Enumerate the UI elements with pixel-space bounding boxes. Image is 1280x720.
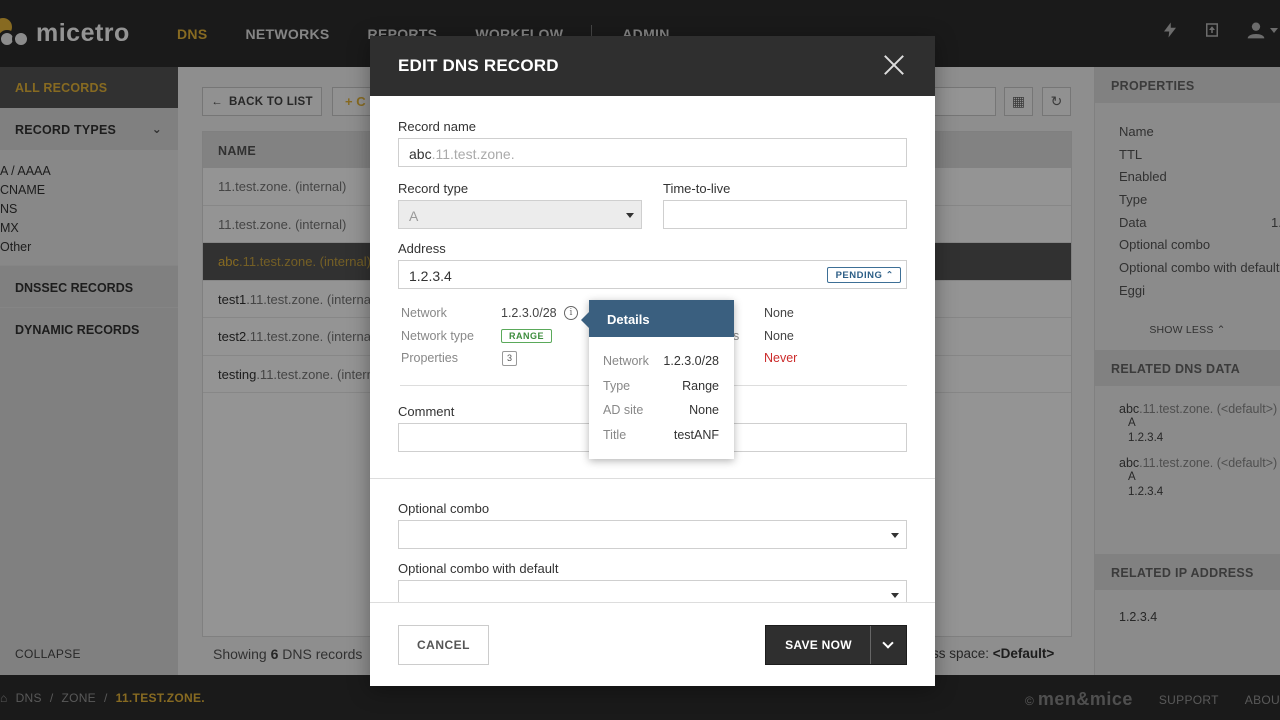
network-type-label: Network type xyxy=(401,329,474,343)
popover-value: 1.2.3.0/28 xyxy=(663,354,719,368)
optional-combo-default-select[interactable] xyxy=(398,580,907,602)
popover-key: Title xyxy=(603,428,627,442)
optional-combo-default-label: Optional combo with default xyxy=(398,561,559,576)
network-details-popover: Details Network 1.2.3.0/28 Type Range AD s… xyxy=(581,300,734,459)
record-type-label: Record type xyxy=(398,181,469,196)
dialog-header: EDIT DNS RECORD xyxy=(370,36,935,96)
dialog-footer: CANCEL SAVE NOW xyxy=(370,602,935,686)
properties-count-badge[interactable]: 3 xyxy=(502,351,517,366)
ttl-label: Time-to-live xyxy=(663,181,731,196)
chevron-down-icon xyxy=(882,637,894,649)
save-options-dropdown[interactable] xyxy=(870,626,906,664)
popover-value: Range xyxy=(682,379,719,393)
close-icon[interactable] xyxy=(883,54,905,76)
properties-label: Properties xyxy=(401,351,458,365)
save-now-label[interactable]: SAVE NOW xyxy=(766,626,871,664)
address-value: 1.2.3.4 xyxy=(409,268,452,284)
optional-combo-label: Optional combo xyxy=(398,501,490,516)
caret-down-icon xyxy=(891,533,899,538)
section-divider xyxy=(370,478,935,479)
record-name-label: Record name xyxy=(398,119,477,134)
ttl-input[interactable] xyxy=(663,200,907,229)
record-name-value: abc xyxy=(409,146,432,162)
info-icon[interactable]: i xyxy=(564,306,578,320)
record-name-suffix: .11.test.zone. xyxy=(431,146,515,162)
popover-value: testANF xyxy=(673,428,719,442)
optional-combo-select[interactable] xyxy=(398,520,907,549)
dialog-title: EDIT DNS RECORD xyxy=(398,56,559,75)
popover-value: None xyxy=(689,403,719,417)
popover-key: Network xyxy=(603,354,649,368)
popover-row: AD site None xyxy=(603,403,719,417)
right-col-value-2: None xyxy=(764,329,794,343)
right-col-value-1: None xyxy=(764,306,794,320)
pending-label: PENDING xyxy=(835,270,883,281)
record-type-value: A xyxy=(409,208,419,224)
address-label: Address xyxy=(398,241,446,256)
popover-key: Type xyxy=(603,379,631,393)
popover-row: Type Range xyxy=(603,379,719,393)
popover-title: Details xyxy=(589,300,734,337)
address-input[interactable]: 1.2.3.4 PENDING ⌃ xyxy=(398,260,907,289)
chevron-up-icon: ⌃ xyxy=(885,270,894,281)
popover-row: Network 1.2.3.0/28 xyxy=(603,354,719,368)
cancel-button[interactable]: CANCEL xyxy=(398,625,489,665)
record-type-select[interactable]: A xyxy=(398,200,642,229)
popover-arrow xyxy=(581,312,589,328)
network-label: Network xyxy=(401,306,447,320)
pending-badge[interactable]: PENDING ⌃ xyxy=(826,267,901,283)
caret-down-icon xyxy=(891,593,899,598)
comment-label: Comment xyxy=(398,404,455,419)
popover-row: Title testANF xyxy=(603,428,719,442)
caret-down-icon xyxy=(626,213,634,218)
range-badge: RANGE xyxy=(501,329,553,343)
right-col-value-3: Never xyxy=(764,351,798,365)
record-name-input[interactable]: abc.11.test.zone. xyxy=(398,138,907,167)
network-value: 1.2.3.0/28 xyxy=(501,306,557,320)
save-now-button[interactable]: SAVE NOW xyxy=(765,625,907,665)
popover-key: AD site xyxy=(603,403,644,417)
